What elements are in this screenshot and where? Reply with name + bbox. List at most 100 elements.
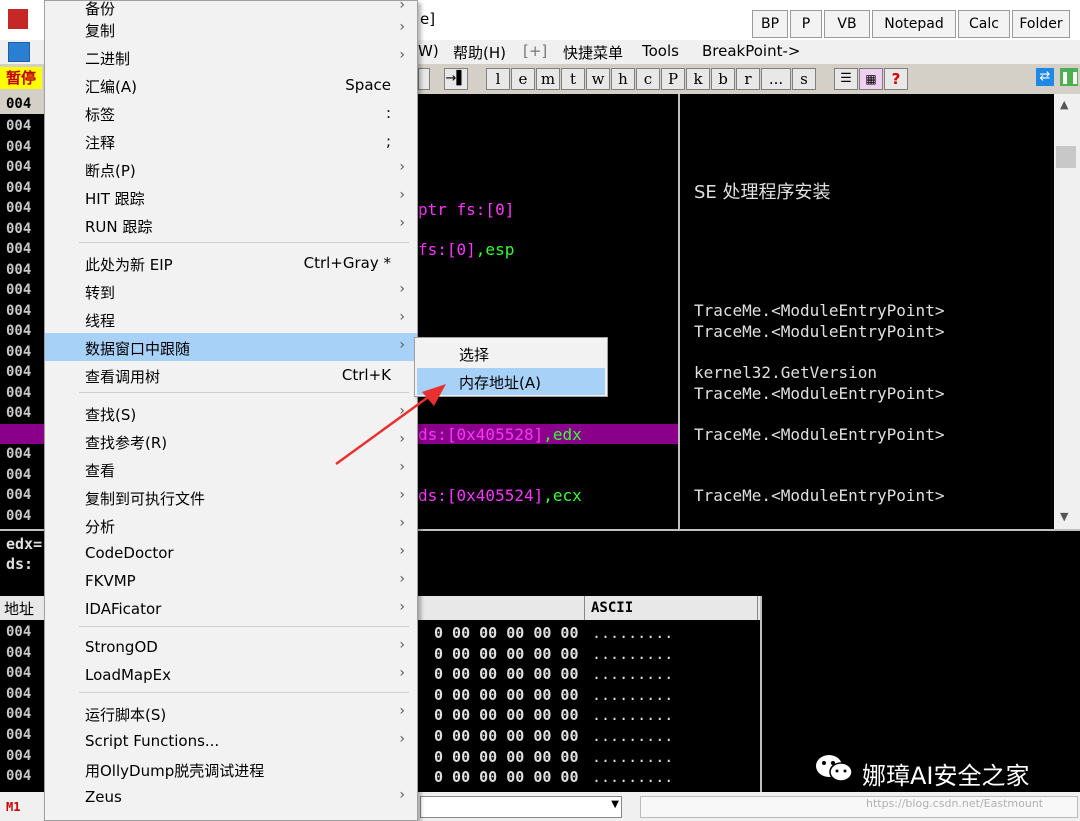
context-menu-item[interactable]: RUN 跟踪 › [45,211,417,239]
dump-ascii-cell[interactable]: ......... [592,768,673,786]
dump-address-cell[interactable]: 004 [6,624,31,640]
context-menu-item[interactable]: StrongOD › [45,633,417,661]
address-cell[interactable]: 004 [6,139,31,155]
context-menu-item[interactable]: 线程 › [45,305,417,333]
dropdown-arrow-icon[interactable]: ▼ [611,799,619,810]
dump-hex-cell[interactable]: 0 00 00 00 00 00 [434,706,579,724]
dump-address-cell[interactable]: 004 [6,686,31,702]
dump-address-cell[interactable]: 004 [6,706,31,722]
address-cell[interactable]: 004 [6,344,31,360]
windows-window-button[interactable]: w [586,68,610,90]
list-icon[interactable]: ☰ [834,68,858,90]
dump-hex-cell[interactable]: 0 00 00 00 00 00 [434,665,579,683]
address-cell[interactable]: 004 [6,487,31,503]
disassembly-scrollbar[interactable]: ▲ ▼ [1054,94,1080,529]
dump-address-cell[interactable]: 004 [6,748,31,764]
context-menu-item[interactable]: 转到 › [45,277,417,305]
help-icon[interactable]: ? [884,68,908,90]
context-menu-item[interactable]: 注释; [45,127,417,155]
command-input[interactable]: ▼ [420,796,622,818]
menu-item-plus[interactable]: [+] [523,42,547,60]
address-cell[interactable]: 004 [6,364,31,380]
menu-item-breakpoint[interactable]: BreakPoint-> [702,42,800,60]
dump-hex-cell[interactable]: 0 00 00 00 00 00 [434,624,579,642]
address-cell[interactable]: 004 [6,118,31,134]
context-menu-item[interactable]: 二进制 › [45,43,417,71]
pause-icon[interactable]: ❚❚ [1060,68,1080,86]
context-menu-item[interactable]: 此处为新 EIP Ctrl+Gray * [45,249,417,277]
patches-window-button[interactable]: P [661,68,685,90]
address-cell[interactable]: 004 [6,508,31,524]
code-line-1[interactable]: ptr fs:[0] [418,200,514,219]
address-cell[interactable]: 004 [6,159,31,175]
dump-address-cell[interactable]: 004 [6,768,31,784]
context-menu-item[interactable]: 断点(P) › [45,155,417,183]
cpu-window-button[interactable]: c [636,68,660,90]
address-cell[interactable]: 004 [6,303,31,319]
context-menu-item[interactable]: 数据窗口中跟随 › [45,333,417,361]
dump-address-cell[interactable]: 004 [6,727,31,743]
context-menu-item[interactable]: 汇编(A) Space [45,71,417,99]
dump-ascii-cell[interactable]: ......... [592,624,673,642]
context-menu-item[interactable]: 用OllyDump脱壳调试进程 [45,755,417,783]
address-cell[interactable]: 004 [6,385,31,401]
context-menu-item[interactable]: Zeus › [45,783,417,811]
context-menu-item[interactable]: HIT 跟踪 › [45,183,417,211]
address-cell[interactable]: 004 [6,221,31,237]
context-menu-item[interactable]: 运行脚本(S) › [45,699,417,727]
calc-button[interactable]: Calc [958,10,1010,38]
threads-window-button[interactable]: t [561,68,585,90]
dump-ascii-cell[interactable]: ......... [592,686,673,704]
context-menu-item[interactable]: FKVMP › [45,567,417,595]
submenu-item-selection[interactable]: 选择 [417,340,605,367]
menu-item-tools[interactable]: Tools [642,42,679,60]
dump-hex-cell[interactable]: 0 00 00 00 00 00 [434,748,579,766]
scroll-down-icon[interactable]: ▼ [1060,510,1068,523]
menu-item-shortcut[interactable]: 快捷菜单 [563,42,623,63]
context-menu-item[interactable]: Script Functions... › [45,727,417,755]
dump-address-cell[interactable]: 004 [6,665,31,681]
code-line-4[interactable]: ds:[0x405524],ecx [418,486,582,505]
dump-ascii-cell[interactable]: ......... [592,706,673,724]
address-cell[interactable]: 004 [6,405,31,421]
context-menu-item[interactable]: 标签: [45,99,417,127]
dump-hex-cell[interactable]: 0 00 00 00 00 00 [434,727,579,745]
menu-item-window[interactable]: W) [418,42,439,60]
dump-ascii-cell[interactable]: ......... [592,748,673,766]
context-menu-item[interactable]: 复制 › [45,15,417,43]
address-cell[interactable]: 004 [6,200,31,216]
scroll-thumb[interactable] [1056,146,1076,168]
context-menu-item[interactable]: 分析 › [45,511,417,539]
refresh-icon[interactable]: ⇄ [1036,68,1054,86]
vb-button[interactable]: VB [824,10,870,38]
log-window-button[interactable]: l [486,68,510,90]
bp-button[interactable]: BP [752,10,788,38]
address-cell[interactable]: 004 [6,262,31,278]
context-menu-item[interactable]: IDAFicator › [45,595,417,623]
address-cell[interactable]: 004 [6,241,31,257]
dump-hex-cell[interactable]: 0 00 00 00 00 00 [434,645,579,663]
dump-ascii-cell[interactable]: ......... [592,727,673,745]
folder-button[interactable]: Folder [1012,10,1070,38]
execute-till-return-icon[interactable]: →▌ [444,68,468,90]
dump-address-cell[interactable]: 004 [6,645,31,661]
address-cell[interactable]: 004 [6,446,31,462]
dump-ascii-cell[interactable]: ......... [592,665,673,683]
run-trace-button[interactable]: ... [761,68,791,90]
p-button[interactable]: P [790,10,822,38]
address-cell[interactable]: 004 [6,467,31,483]
breakpoints-window-button[interactable]: b [711,68,735,90]
memory-window-button[interactable]: m [536,68,560,90]
call-stack-button[interactable]: k [686,68,710,90]
menu-item-help[interactable]: 帮助(H) [453,42,506,63]
references-window-button[interactable]: r [736,68,760,90]
address-cell[interactable]: 004 [6,180,31,196]
source-window-button[interactable]: s [792,68,816,90]
context-menu-item[interactable]: CodeDoctor › [45,539,417,567]
dump-hex-cell[interactable]: 0 00 00 00 00 00 [434,686,579,704]
context-menu-item[interactable]: 复制到可执行文件 › [45,483,417,511]
grid-icon[interactable]: ▦ [859,68,883,90]
toolbar-button-edge[interactable] [418,68,430,90]
context-menu-item[interactable]: LoadMapEx › [45,661,417,689]
modules-window-button[interactable]: e [511,68,535,90]
